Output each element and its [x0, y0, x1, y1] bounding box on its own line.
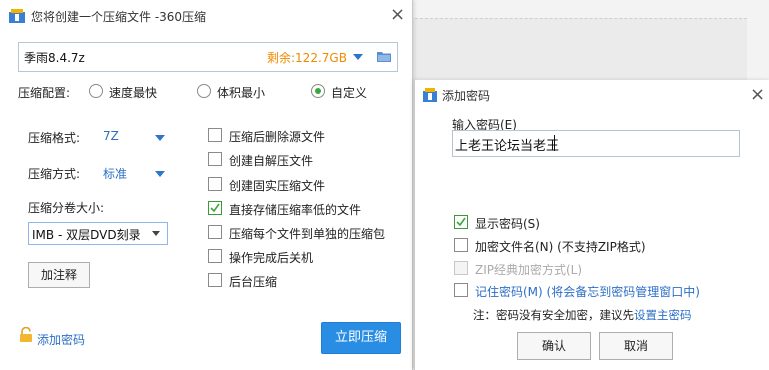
dialog-title: 您将创建一个压缩文件 -360压缩: [31, 10, 207, 24]
title-bar: 您将创建一个压缩文件 -360压缩 ×: [0, 0, 412, 32]
compress-now-button[interactable]: 立即压缩: [321, 322, 401, 354]
option-label-delete-source: 压缩后删除源文件: [229, 130, 326, 144]
close-icon[interactable]: ×: [390, 6, 405, 24]
method-select[interactable]: 标准: [103, 165, 127, 182]
show-password-label: 显示密码(S): [475, 217, 540, 231]
option-checkbox-self-extract[interactable]: [208, 152, 222, 166]
password-input-value: 上老王论坛当老王: [455, 139, 560, 154]
app-icon: [9, 9, 25, 23]
chevron-down-icon[interactable]: [152, 231, 160, 236]
remember-password-checkbox[interactable]: [454, 283, 468, 297]
volume-value: IMB - 双层DVD刻录: [32, 228, 141, 242]
format-label: 压缩格式:: [28, 131, 81, 145]
radio-custom[interactable]: [311, 84, 325, 98]
option-label-background: 后台压缩: [229, 275, 278, 289]
zip-classic-label: ZIP经典加密方式(L): [475, 263, 583, 277]
password-dialog-title: 添加密码: [442, 89, 491, 103]
option-label-self-extract: 创建自解压文件: [229, 154, 314, 168]
free-space-label: 剩余:122.7GB: [267, 51, 347, 65]
radio-smallest[interactable]: [197, 84, 211, 98]
remember-password-label[interactable]: 记住密码(M) (将会备忘到密码管理窗口中): [475, 283, 700, 300]
option-label-store-low-ratio: 直接存储压缩率低的文件: [229, 203, 362, 217]
check-icon: [456, 217, 466, 227]
encrypt-filenames-label: 加密文件名(N) (不支持ZIP格式): [475, 240, 646, 254]
add-password-link[interactable]: 添加密码: [37, 331, 85, 348]
security-note: 注：密码没有安全加密，建议先设置主密码: [473, 307, 692, 323]
radio-fastest[interactable]: [89, 84, 103, 98]
folder-icon[interactable]: [377, 51, 391, 62]
format-chevron-icon[interactable]: [155, 135, 165, 141]
volume-select[interactable]: IMB - 双层DVD刻录: [28, 222, 168, 245]
option-checkbox-background[interactable]: [208, 273, 222, 287]
radio-fastest-label: 速度最快: [109, 86, 158, 100]
add-note-button[interactable]: 加注释: [28, 262, 90, 288]
volume-label: 压缩分卷大小:: [28, 201, 105, 215]
option-checkbox-shutdown[interactable]: [208, 249, 222, 263]
ok-button[interactable]: 确认: [517, 332, 591, 360]
option-label-solid: 创建固实压缩文件: [229, 179, 326, 193]
radio-smallest-label: 体积最小: [217, 86, 266, 100]
close-icon[interactable]: ×: [750, 86, 765, 104]
radio-custom-label: 自定义: [331, 86, 368, 100]
option-checkbox-separate-archives[interactable]: [208, 225, 222, 239]
lock-icon: [20, 327, 32, 342]
chevron-down-icon[interactable]: [353, 54, 363, 60]
archive-name: 季雨8.4.7z: [24, 51, 85, 65]
compress-dialog: 您将创建一个压缩文件 -360压缩 × 季雨8.4.7z 剩余:122.7GB …: [0, 0, 413, 370]
option-checkbox-solid[interactable]: [208, 177, 222, 191]
security-note-text: 注：密码没有安全加密，建议先: [473, 308, 634, 322]
encrypt-filenames-checkbox[interactable]: [454, 238, 468, 252]
format-select[interactable]: 7Z: [103, 129, 119, 143]
password-dialog: 添加密码 × 输入密码(E) 上老王论坛当老王 显示密码(S) 加密文件名(N)…: [414, 80, 769, 370]
show-password-checkbox[interactable]: [454, 215, 468, 229]
option-checkbox-delete-source[interactable]: [208, 128, 222, 142]
config-label: 压缩配置:: [18, 86, 71, 100]
app-icon: [423, 88, 437, 102]
option-label-separate-archives: 压缩每个文件到单独的压缩包: [229, 227, 386, 241]
option-checkbox-store-low-ratio[interactable]: [208, 201, 222, 215]
method-chevron-icon[interactable]: [155, 171, 165, 177]
check-icon: [210, 203, 220, 213]
text-cursor: [554, 135, 555, 151]
set-master-password-link[interactable]: 设置主密码: [634, 308, 692, 322]
zip-classic-checkbox: [454, 261, 468, 275]
method-label: 压缩方式:: [28, 167, 81, 181]
cancel-button[interactable]: 取消: [599, 332, 673, 360]
background-panel: [410, 18, 747, 82]
password-input[interactable]: 上老王论坛当老王: [452, 130, 740, 157]
archive-path-field[interactable]: 季雨8.4.7z 剩余:122.7GB: [18, 42, 398, 72]
option-label-shutdown: 操作完成后关机: [229, 251, 314, 265]
